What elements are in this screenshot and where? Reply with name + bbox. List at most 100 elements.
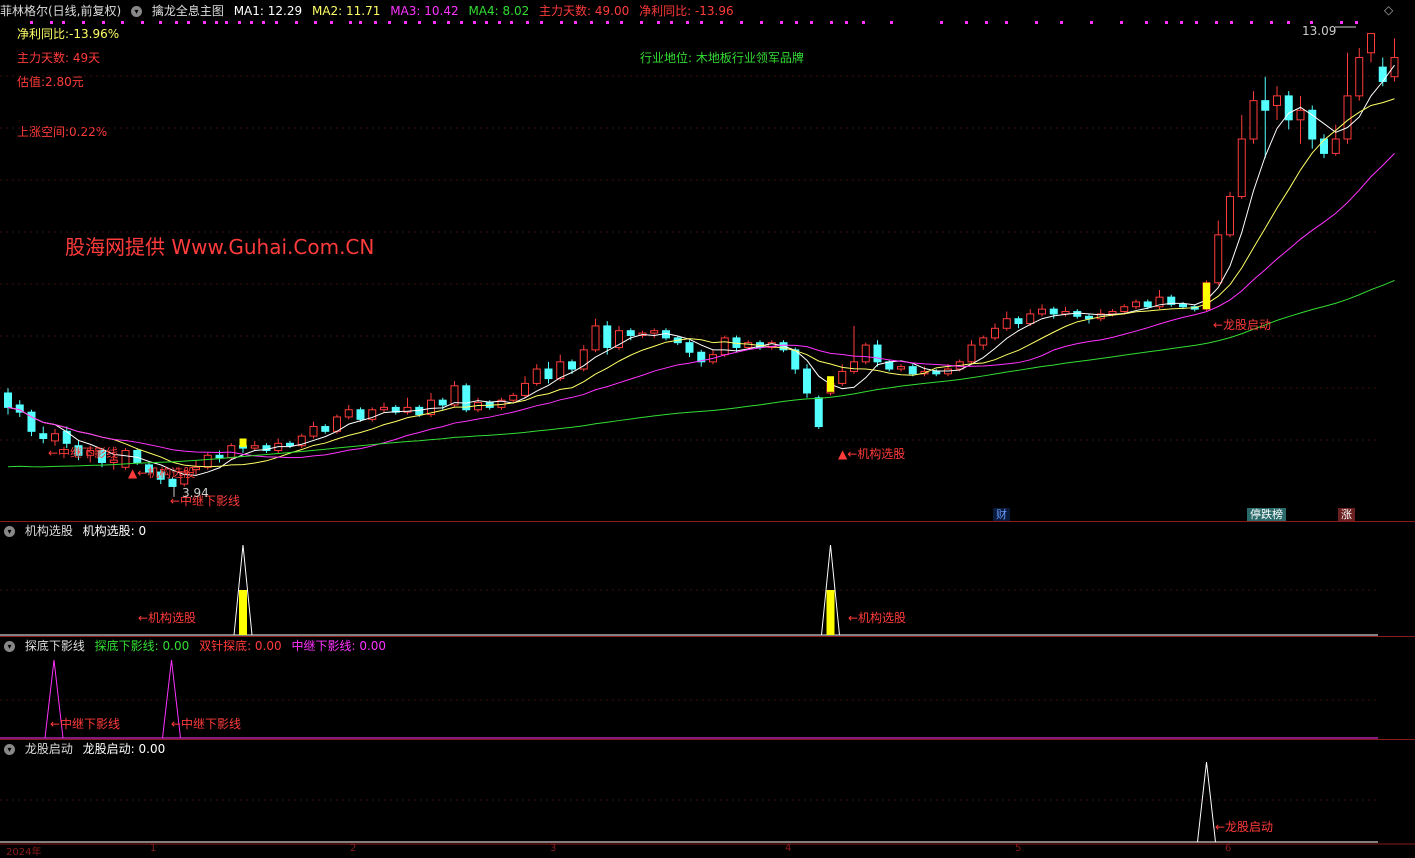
candle: [1320, 138, 1328, 154]
candle: [1261, 100, 1270, 111]
chevron-down-icon[interactable]: ▾: [4, 744, 15, 755]
panel2-value-2: 双针探底: 0.00: [199, 639, 282, 653]
signal-dot: [1270, 21, 1273, 24]
candle: [568, 361, 576, 370]
candle: [814, 397, 823, 428]
candle: [438, 399, 447, 406]
panel3-spike: [1197, 761, 1216, 843]
candle: [861, 344, 870, 363]
signal-dot: [965, 21, 968, 24]
signal-dot: [121, 21, 124, 24]
panel3-title[interactable]: 龙股启动: [25, 742, 73, 756]
candle: [603, 325, 612, 348]
signal-dot: [540, 21, 543, 24]
panel3-value: 龙股启动: 0.00: [82, 742, 166, 756]
signal-dot: [795, 21, 798, 24]
candle: [415, 406, 424, 416]
candle: [321, 426, 330, 432]
axis-m6: 6: [1225, 843, 1232, 854]
panel1-bar: [826, 590, 835, 635]
candle: [1132, 301, 1140, 308]
axis-m2: 2: [350, 843, 357, 854]
candle: [521, 382, 529, 396]
signal-dot: [187, 21, 190, 24]
candle: [1331, 138, 1340, 154]
signal-dot: [498, 21, 501, 24]
candle: [1343, 95, 1352, 140]
signal-dot: [1035, 21, 1038, 24]
badge-cai[interactable]: 财: [993, 508, 1010, 521]
signal-dot: [862, 21, 865, 24]
candle: [1143, 301, 1152, 308]
candle: [1214, 234, 1223, 284]
panel1-title[interactable]: 机构选股: [25, 524, 73, 538]
candle: [380, 406, 388, 411]
signal-dot: [473, 21, 476, 24]
signal-dot: [359, 21, 362, 24]
candle: [1237, 138, 1246, 198]
chevron-down-icon[interactable]: ▾: [4, 641, 15, 652]
candle: [720, 337, 729, 356]
candle: [908, 366, 917, 375]
candle: [873, 344, 882, 363]
signal-dot: [590, 21, 593, 24]
candle: [1179, 303, 1187, 308]
axis-start: 2024年: [6, 847, 42, 858]
signal-dot: [30, 21, 33, 24]
panel2-title[interactable]: 探底下影线: [25, 639, 85, 653]
candle: [932, 370, 941, 375]
badge-ting[interactable]: 停跌榜: [1247, 508, 1286, 521]
signal-dot: [640, 21, 643, 24]
candle: [333, 416, 341, 432]
signal-dot: [1230, 21, 1233, 24]
signal-dot: [295, 21, 298, 24]
signal-dot: [780, 21, 783, 24]
candle: [685, 342, 694, 353]
candle: [509, 394, 518, 401]
panel2-value-1: 探底下影线: 0.00: [94, 639, 190, 653]
signal-dot: [485, 21, 488, 24]
annot-longgu: ←龙股启动: [1213, 318, 1272, 332]
candle: [1355, 57, 1364, 97]
candle: [1049, 308, 1058, 315]
signal-dot: [50, 21, 53, 24]
panel2-label-1: ←中继下影线: [50, 717, 121, 731]
candle: [1390, 57, 1399, 78]
signal-dot: [1195, 21, 1198, 24]
candle: [1249, 100, 1258, 140]
candle: [1014, 318, 1023, 325]
candle: [744, 342, 753, 348]
candle: [1026, 313, 1035, 325]
signal-dot: [374, 21, 377, 24]
signal-dot: [102, 21, 105, 24]
panel1-header: ▾ 机构选股 机构选股: 0: [0, 522, 152, 540]
signal-dot: [82, 21, 85, 24]
signal-dot: [700, 21, 703, 24]
candle: [39, 433, 48, 440]
candle: [1002, 318, 1011, 329]
signal-dot: [686, 21, 689, 24]
candle: [650, 330, 659, 334]
signal-dot: [670, 21, 673, 24]
candle: [991, 327, 999, 339]
signal-dot: [810, 21, 813, 24]
annot-low: 3.94: [182, 486, 209, 500]
signal-dot: [418, 21, 421, 24]
signal-dot: [1165, 21, 1168, 24]
signal-dot: [349, 21, 352, 24]
panel1-label-2: ←机构选股: [848, 611, 907, 625]
signal-dot: [460, 21, 463, 24]
panel3-header: ▾ 龙股启动 龙股启动: 0.00: [0, 740, 171, 758]
signal-dot: [657, 21, 660, 24]
axis-m4: 4: [785, 843, 792, 854]
candle: [967, 344, 976, 363]
panel1-value: 机构选股: 0: [82, 524, 147, 538]
badge-zhang[interactable]: 涨: [1338, 508, 1355, 521]
signal-dot: [238, 21, 241, 24]
signal-dot: [1120, 21, 1123, 24]
candle: [838, 370, 847, 384]
ma1-line: [7, 64, 1395, 476]
signal-dot: [1340, 21, 1343, 24]
chevron-down-icon[interactable]: ▾: [4, 526, 15, 537]
annot-jigou-2: ▲←机构选股: [838, 447, 906, 461]
